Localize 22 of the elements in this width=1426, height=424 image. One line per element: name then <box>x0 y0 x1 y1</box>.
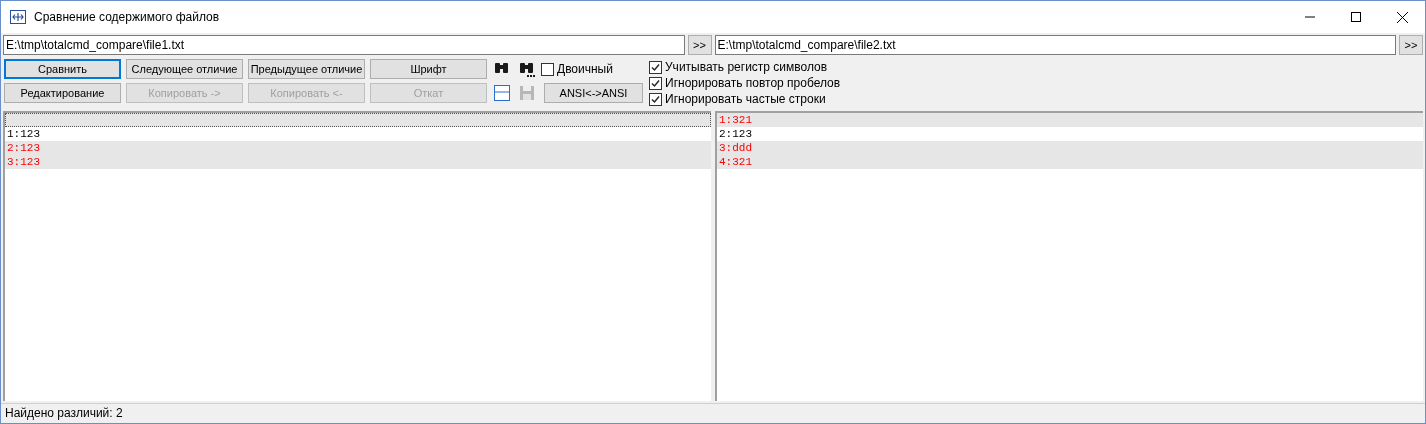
save-icon <box>518 84 536 102</box>
left-path-field[interactable]: E:\tmp\totalcmd_compare\file1.txt <box>3 35 685 55</box>
checkbox[interactable]: Игнорировать частые строки <box>649 91 841 107</box>
toolbar-button[interactable]: Шрифт <box>370 59 487 79</box>
browse-button[interactable]: >> <box>687 35 712 55</box>
checkbox[interactable]: Двоичный <box>541 61 613 77</box>
status-bar: Найдено различий: 2 <box>1 403 1425 423</box>
right-path-field[interactable]: E:\tmp\totalcmd_compare\file2.txt <box>714 35 1396 55</box>
toolbar-button[interactable]: Предыдущее отличие <box>248 59 365 79</box>
toolbar-button[interactable]: Сравнить <box>4 59 121 79</box>
window-title: Сравнение содержимого файлов <box>34 9 221 26</box>
checkbox[interactable]: Игнорировать повтор пробелов <box>649 75 841 91</box>
app-icon <box>10 10 26 24</box>
browse-button[interactable]: >> <box>1399 35 1423 55</box>
maximize-icon <box>1351 12 1361 22</box>
toolbar-button[interactable]: Редактирование <box>4 83 121 103</box>
encoding-button[interactable]: ANSI<->ANSI <box>544 83 643 103</box>
checkbox[interactable]: Учитывать регистр символов <box>649 59 841 75</box>
binoculars-icon <box>518 60 536 78</box>
window-icon <box>493 84 511 102</box>
toolbar-button[interactable]: Следующее отличие <box>126 59 243 79</box>
close-icon <box>1396 11 1408 23</box>
